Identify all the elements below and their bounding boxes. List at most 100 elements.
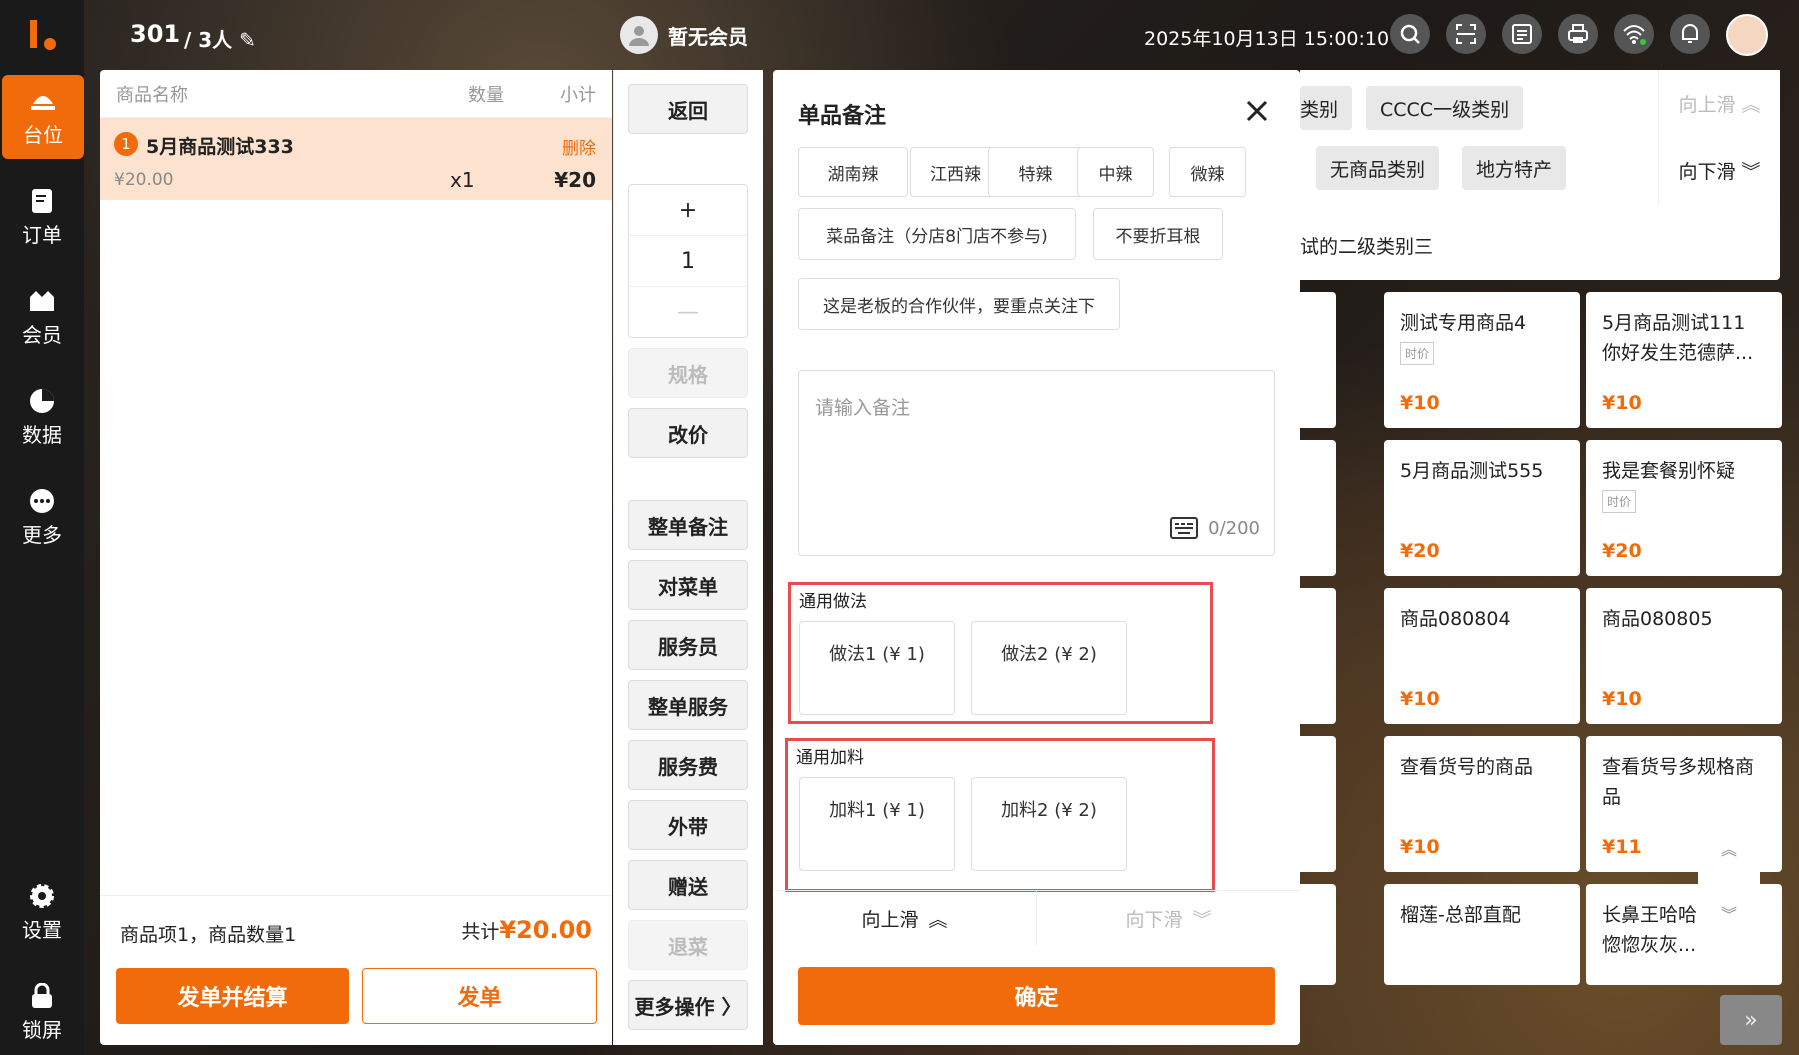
keyboard-icon[interactable]: [1170, 517, 1199, 539]
product-card[interactable]: 榴莲-总部直配: [1384, 884, 1580, 985]
confirm-button[interactable]: 确定: [798, 967, 1275, 1025]
order-icon: [28, 187, 56, 215]
category-chip[interactable]: 无商品类别: [1316, 146, 1440, 190]
order-summary: 商品项1，商品数量1: [120, 924, 297, 946]
chevron-down-icon: ︾: [1192, 909, 1212, 931]
remark-tag[interactable]: 不要折耳根: [1093, 208, 1223, 260]
sidebar-item-data[interactable]: 数据: [0, 375, 84, 459]
takeaway-button[interactable]: 外带: [628, 800, 748, 850]
price-tag: 时价: [1400, 342, 1435, 365]
modal-scroll-up-button[interactable]: 向上滑 ︽: [773, 891, 1036, 946]
product-price: ¥10: [1400, 836, 1440, 858]
lock-icon: [28, 982, 56, 1010]
whole-remark-button[interactable]: 整单备注: [628, 500, 748, 550]
remark-tag[interactable]: 特辣: [988, 147, 1083, 197]
product-card[interactable]: 5月商品测试555 ¥20: [1384, 440, 1580, 576]
product-card[interactable]: 测试专用商品4 时价 ¥10: [1384, 292, 1580, 428]
category-chip[interactable]: 地方特产: [1462, 146, 1567, 190]
remark-tag[interactable]: 中辣: [1077, 147, 1154, 197]
addon-option[interactable]: 加料2 (¥ 2): [971, 777, 1127, 871]
order-panel: 商品名称 数量 小计 1 5月商品测试333 删除 ¥20.00 x1 ¥20 …: [100, 70, 612, 1045]
service-fee-button[interactable]: 服务费: [628, 740, 748, 790]
remark-counter: 0/200: [1170, 517, 1260, 539]
back-button[interactable]: 返回: [628, 84, 748, 134]
product-price: ¥10: [1602, 392, 1642, 414]
bell-icon[interactable]: [1670, 14, 1710, 54]
remark-input[interactable]: 请输入备注 0/200: [798, 370, 1275, 556]
edit-icon: ✎: [239, 28, 256, 52]
sidebar-item-label: 更多: [22, 522, 62, 547]
send-order-button[interactable]: 发单: [362, 968, 597, 1024]
category-scroll: 向上滑 ︽ 向下滑 ︾: [1658, 70, 1780, 204]
product-card[interactable]: 商品080804 ¥10: [1384, 588, 1580, 724]
plus-button[interactable]: +: [629, 185, 747, 236]
delete-link[interactable]: 删除: [562, 134, 596, 159]
scroll-top-icon[interactable]: ︽: [1721, 836, 1737, 860]
list-icon[interactable]: [1502, 14, 1542, 54]
product-card[interactable]: 查看货号的商品 ¥10: [1384, 736, 1580, 872]
product-name: 5月商品测试555: [1400, 460, 1544, 482]
order-total: 共计¥20.00: [461, 916, 592, 944]
people-count[interactable]: / 3人 ✎: [184, 24, 256, 53]
close-icon[interactable]: [1244, 98, 1270, 124]
category-chip[interactable]: CCCC一级类别: [1366, 86, 1524, 130]
product-card[interactable]: 5月商品测试111 你好发生范德萨... ¥10: [1586, 292, 1782, 428]
sidebar-item-order[interactable]: 订单: [0, 175, 84, 259]
total-amount: ¥20.00: [499, 916, 592, 944]
sidebar-item-member[interactable]: 会员: [0, 275, 84, 359]
modal-scroll-down-button[interactable]: 向下滑 ︾: [1036, 891, 1300, 946]
method-option[interactable]: 做法1 (¥ 1): [799, 621, 955, 715]
product-price: ¥10: [1602, 688, 1642, 710]
method-group: 通用做法 做法1 (¥ 1) 做法2 (¥ 2): [788, 582, 1213, 724]
sub-category[interactable]: 试的二级类别三: [1300, 232, 1433, 259]
expand-icon[interactable]: »: [1720, 995, 1782, 1045]
method-option[interactable]: 做法2 (¥ 2): [971, 621, 1127, 715]
addon-group: 通用加料 加料1 (¥ 1) 加料2 (¥ 2): [785, 738, 1215, 892]
chevron-up-icon: ︽: [928, 909, 948, 931]
wifi-icon[interactable]: [1614, 14, 1654, 54]
product-price: ¥20: [1602, 540, 1642, 562]
sidebar-item-table[interactable]: 台位: [2, 75, 84, 159]
scroll-bottom-icon[interactable]: ︾: [1721, 901, 1737, 925]
scroll-down-button[interactable]: 向下滑 ︾: [1659, 137, 1780, 204]
whole-service-button[interactable]: 整单服务: [628, 680, 748, 730]
member-label: 暂无会员: [668, 24, 748, 49]
product-card[interactable]: 我是套餐别怀疑 时价 ¥20: [1586, 440, 1782, 576]
remark-tag[interactable]: 微辣: [1169, 147, 1246, 197]
return-dish-button[interactable]: 退菜: [628, 920, 748, 970]
change-price-button[interactable]: 改价: [628, 408, 748, 458]
remark-tag[interactable]: 湖南辣: [798, 147, 908, 197]
minus-button[interactable]: —: [629, 287, 747, 338]
quantity-stepper: + 1 —: [628, 184, 748, 338]
item-index-badge: 1: [114, 132, 138, 156]
spec-button[interactable]: 规格: [628, 348, 748, 398]
check-menu-button[interactable]: 对菜单: [628, 560, 748, 610]
floating-scroll: ︽ ︾: [1698, 815, 1760, 945]
remark-placeholder: 请输入备注: [815, 397, 911, 419]
col-subtotal: 小计: [560, 84, 596, 106]
item-qty: x1: [450, 168, 475, 192]
member-selector[interactable]: 暂无会员: [620, 16, 748, 54]
send-and-settle-button[interactable]: 发单并结算: [116, 968, 349, 1024]
product-price: ¥11: [1602, 836, 1642, 858]
waiter-button[interactable]: 服务员: [628, 620, 748, 670]
remark-tag[interactable]: 菜品备注（分店8门店不参与): [798, 208, 1076, 260]
gift-button[interactable]: 赠送: [628, 860, 748, 910]
order-row[interactable]: 1 5月商品测试333 删除 ¥20.00 x1 ¥20: [100, 118, 612, 200]
addon-option[interactable]: 加料1 (¥ 1): [799, 777, 955, 871]
category-chip[interactable]: 类别: [1300, 86, 1353, 130]
sidebar-item-settings[interactable]: 设置: [0, 870, 84, 954]
user-avatar[interactable]: [1726, 14, 1768, 56]
remark-tag[interactable]: 这是老板的合作伙伴，要重点关注下: [798, 278, 1120, 330]
modal-title: 单品备注: [798, 104, 887, 129]
more-actions-button[interactable]: 更多操作 〉: [628, 980, 748, 1030]
sidebar-item-more[interactable]: 更多: [0, 475, 84, 559]
scan-icon[interactable]: [1446, 14, 1486, 54]
scroll-up-button[interactable]: 向上滑 ︽: [1659, 70, 1780, 137]
top-bar: 301 / 3人 ✎ 暂无会员 2025年10月13日 15:00:10: [84, 0, 1799, 70]
sidebar-item-label: 台位: [23, 122, 63, 147]
product-card[interactable]: 商品080805 ¥10: [1586, 588, 1782, 724]
printer-icon[interactable]: [1558, 14, 1598, 54]
sidebar-item-lock[interactable]: 锁屏: [0, 970, 84, 1054]
search-icon[interactable]: [1390, 14, 1430, 54]
